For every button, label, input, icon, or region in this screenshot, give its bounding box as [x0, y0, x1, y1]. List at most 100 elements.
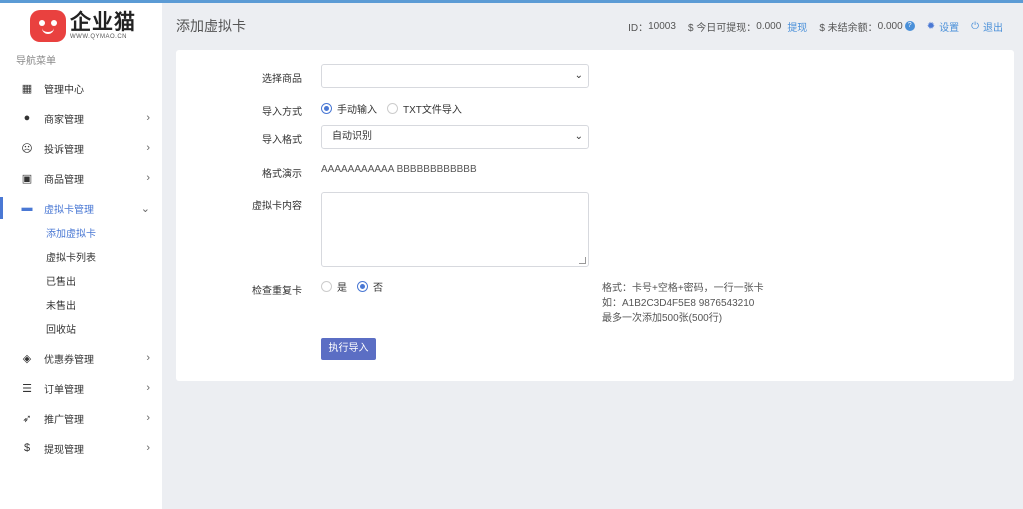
power-icon: ⏻ — [971, 20, 979, 32]
withdraw-link[interactable]: 提现 — [787, 19, 807, 34]
sidebar-nav: ▦ 管理中心 ● 商家管理 › ☹ 投诉管理 › ▣ 商品管理 › ▬ 虚拟卡管理 ⌄ 添加虚拟卡 虚拟卡列表… — [0, 73, 162, 463]
header: 添加虚拟卡 ID： 10003 $ 今日可提现： 0.000 提现 $ 未结余额… — [163, 3, 1023, 49]
format-select[interactable]: 自动识别 ⌄ — [321, 125, 589, 149]
sidebar-item-0[interactable]: ▦ 管理中心 — [0, 73, 162, 103]
settings-link[interactable]: ✹ 设置 — [927, 19, 959, 34]
product-select[interactable]: ⌄ — [321, 64, 589, 88]
format-label: 导入格式 — [262, 135, 302, 146]
sidebar-item-5[interactable]: ◈ 优惠券管理 › — [0, 343, 162, 373]
radio-label: 否 — [373, 283, 383, 294]
chevron-right-icon: › — [146, 112, 150, 124]
logout-label: 退出 — [983, 22, 1003, 34]
product-label: 选择商品 — [262, 74, 302, 85]
list-icon: ☰ — [22, 382, 32, 395]
id-value: 10003 — [648, 20, 676, 32]
nav-title: 导航菜单 — [16, 56, 56, 67]
sidebar-item-label: 订单管理 — [44, 384, 84, 396]
id-label: ID： — [628, 22, 649, 34]
logout-link[interactable]: ⏻ 退出 — [971, 19, 1003, 34]
ticket-icon: ◈ — [22, 352, 32, 365]
sidebar-item-2[interactable]: ☹ 投诉管理 › — [0, 133, 162, 163]
duplicate-check-option-0[interactable]: 是 — [321, 279, 347, 294]
sidebar-item-3[interactable]: ▣ 商品管理 › — [0, 163, 162, 193]
today-withdrawable-label: $ 今日可提现： — [687, 22, 757, 34]
duplicate-check-option-1[interactable]: 否 — [357, 279, 383, 294]
sidebar-item-4[interactable]: ▬ 虚拟卡管理 ⌄ — [0, 193, 162, 223]
radio-button[interactable] — [357, 281, 368, 292]
sidebar-item-label: 推广管理 — [44, 414, 84, 426]
format-select-value: 自动识别 — [332, 131, 372, 142]
form-card: 选择商品 ⌄ 导入方式 手动输入 TXT文件导入 导入格式 自动识别 ⌄ 格式演示… — [176, 50, 1014, 381]
user-icon: ● — [23, 112, 31, 124]
help-icon[interactable]: ? — [904, 21, 915, 31]
unsettled-label: $ 未结余额： — [819, 22, 878, 34]
sidebar-subitem-0[interactable]: 添加虚拟卡 — [0, 223, 162, 247]
logo-url: WWW.QYMAO.CN — [70, 33, 127, 40]
sidebar-item-label: 商家管理 — [44, 114, 84, 126]
frown-icon: ☹ — [21, 142, 33, 155]
hint-line: 格式：卡号+空格+密码，一行一张卡 — [602, 283, 764, 294]
sidebar-item-label: 提现管理 — [44, 444, 84, 456]
chevron-right-icon: › — [146, 142, 150, 154]
logo[interactable]: 企业猫 WWW.QYMAO.CN — [0, 3, 162, 49]
chevron-right-icon: › — [146, 352, 150, 364]
main-area: 添加虚拟卡 ID： 10003 $ 今日可提现： 0.000 提现 $ 未结余额… — [163, 3, 1023, 509]
chevron-down-icon: ⌄ — [140, 202, 150, 215]
radio-button[interactable] — [387, 103, 398, 114]
sidebar-item-label: 管理中心 — [44, 84, 84, 96]
radio-button[interactable] — [321, 103, 332, 114]
dashboard-icon: ▦ — [21, 82, 33, 95]
demo-row: 格式演示 AAAAAAAAAAA BBBBBBBBBBBB — [176, 163, 1014, 180]
content-label: 虚拟卡内容 — [252, 201, 302, 212]
sidebar-item-1[interactable]: ● 商家管理 › — [0, 103, 162, 133]
duplicate-check-label: 检查重复卡 — [252, 286, 302, 297]
import-mode-option-1[interactable]: TXT文件导入 — [387, 101, 462, 116]
dollar-icon: $ — [23, 442, 31, 454]
sidebar-subitem-4[interactable]: 回收站 — [0, 319, 162, 343]
sidebar-item-6[interactable]: ☰ 订单管理 › — [0, 373, 162, 403]
sidebar-subitem-2[interactable]: 已售出 — [0, 271, 162, 295]
sidebar-item-label: 优惠券管理 — [44, 354, 94, 366]
logo-text: 企业猫 — [70, 10, 136, 34]
settings-label: 设置 — [939, 22, 960, 34]
duplicate-check-radios: 是否 — [321, 279, 393, 295]
import-mode-radios: 手动输入 TXT文件导入 — [321, 101, 472, 117]
sidebar-item-7[interactable]: ➶ 推广管理 › — [0, 403, 162, 433]
gear-icon: ✹ — [926, 20, 936, 32]
hint-line: 最多一次添加500张(500行) — [602, 313, 723, 324]
sidebar-subitem-1[interactable]: 虚拟卡列表 — [0, 247, 162, 271]
sidebar-item-label: 商品管理 — [44, 174, 84, 186]
content-textarea[interactable] — [321, 192, 589, 267]
format-row: 导入格式 自动识别 ⌄ — [176, 125, 1014, 149]
chevron-down-icon: ⌄ — [574, 131, 583, 142]
radio-label: 是 — [337, 283, 347, 294]
sidebar-item-label: 虚拟卡管理 — [44, 204, 94, 216]
page-title: 添加虚拟卡 — [176, 18, 246, 34]
demo-label: 格式演示 — [262, 169, 302, 180]
submit-row: 执行导入 — [176, 338, 1014, 360]
today-withdrawable-value: 0.000 — [756, 20, 782, 32]
resize-grip-icon[interactable] — [579, 257, 586, 264]
sidebar: 企业猫 WWW.QYMAO.CN 导航菜单 ▦ 管理中心 ● 商家管理 › ☹ 投诉管理 › ▣… — [0, 3, 163, 509]
card-icon: ▬ — [21, 202, 33, 214]
send-icon: ➶ — [22, 412, 32, 425]
content-row: 虚拟卡内容 — [176, 192, 1014, 267]
hint-line: 如：A1B2C3D4F5E8 9876543210 — [602, 298, 755, 309]
demo-value: AAAAAAAAAAA BBBBBBBBBBBB — [321, 164, 477, 175]
header-info: ID： 10003 $ 今日可提现： 0.000 提现 $ 未结余额： 0.00… — [616, 19, 1023, 34]
import-mode-option-0[interactable]: 手动输入 — [321, 101, 377, 116]
chevron-right-icon: › — [146, 382, 150, 394]
sidebar-subitem-3[interactable]: 未售出 — [0, 295, 162, 319]
execute-import-button[interactable]: 执行导入 — [321, 338, 376, 360]
import-mode-row: 导入方式 手动输入 TXT文件导入 — [176, 101, 1014, 118]
unsettled-value: 0.000 — [877, 20, 903, 32]
duplicate-check-row: 检查重复卡 是否 格式：卡号+空格+密码，一行一张卡 如：A1B2C3D4F5E8… — [176, 279, 1014, 329]
chevron-right-icon: › — [146, 412, 150, 424]
format-hint: 格式：卡号+空格+密码，一行一张卡 如：A1B2C3D4F5E8 98765432… — [602, 281, 764, 326]
product-row: 选择商品 ⌄ — [176, 64, 1014, 88]
chevron-down-icon: ⌄ — [574, 70, 583, 81]
cat-logo-icon — [30, 10, 66, 42]
radio-button[interactable] — [321, 281, 332, 292]
sidebar-item-label: 投诉管理 — [44, 144, 84, 156]
sidebar-item-8[interactable]: $ 提现管理 › — [0, 433, 162, 463]
